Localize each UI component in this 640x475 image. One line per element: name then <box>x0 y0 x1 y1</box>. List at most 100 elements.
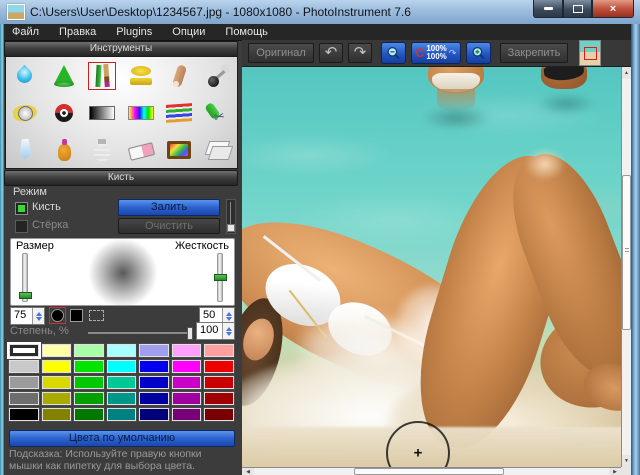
menu-item-options[interactable]: Опции <box>172 24 205 40</box>
palette-swatch[interactable] <box>139 376 169 389</box>
palette-swatch[interactable] <box>42 376 72 389</box>
fill-button[interactable]: Залить <box>118 199 220 216</box>
spin-up-icon[interactable] <box>226 312 232 316</box>
mini-vertical-slider[interactable] <box>226 199 236 234</box>
tv-noise-tool[interactable] <box>161 132 197 167</box>
spin-down-icon[interactable] <box>226 317 232 321</box>
zoom-level-display[interactable]: C 100% 100% ↷ <box>411 42 461 64</box>
palette-swatch[interactable] <box>107 392 137 405</box>
palette-swatch[interactable] <box>107 344 137 357</box>
image-canvas[interactable]: + <box>242 67 621 467</box>
scroll-up-arrow[interactable]: ▲ <box>622 67 631 79</box>
title-bar[interactable]: C:\Users\User\Desktop\1234567.jpg - 1080… <box>0 0 640 25</box>
undo-button[interactable]: ↶ <box>319 43 343 63</box>
palette-swatch[interactable] <box>172 376 202 389</box>
round-brush-shape-button[interactable] <box>49 307 66 324</box>
size-slider-thumb[interactable] <box>19 292 32 299</box>
cream-tube-tool[interactable] <box>7 132 43 167</box>
red-eye-tool[interactable] <box>46 95 82 130</box>
hardness-slider[interactable] <box>217 253 223 302</box>
eraser-tool[interactable] <box>123 132 159 167</box>
horizontal-scrollbar[interactable]: ◀ ▶ <box>242 467 621 475</box>
brush-mode-checkbox[interactable] <box>15 202 28 215</box>
minimize-button[interactable] <box>533 0 563 18</box>
opacity-slider-thumb[interactable] <box>187 327 193 340</box>
menu-item-edit[interactable]: Правка <box>59 24 96 40</box>
palette-swatch[interactable] <box>42 360 72 373</box>
spin-up-icon[interactable] <box>36 312 42 316</box>
original-button[interactable]: Оригинал <box>248 43 314 63</box>
palette-swatch[interactable] <box>139 392 169 405</box>
close-button[interactable]: × <box>592 0 634 18</box>
palette-swatch[interactable] <box>172 392 202 405</box>
palette-swatch[interactable] <box>74 376 104 389</box>
palette-swatch[interactable] <box>107 360 137 373</box>
horizontal-scroll-thumb[interactable] <box>354 468 504 475</box>
scroll-right-arrow[interactable]: ▶ <box>609 468 621 475</box>
menu-item-plugins[interactable]: Plugins <box>116 24 152 40</box>
palette-swatch[interactable] <box>42 344 72 357</box>
liquify-drop-tool[interactable] <box>7 58 43 93</box>
pencil-brush-tool[interactable] <box>84 58 120 93</box>
maximize-button[interactable] <box>563 0 592 18</box>
redo-button[interactable]: ↷ <box>348 43 372 63</box>
opacity-slider[interactable] <box>88 332 191 334</box>
square-brush-shape-button[interactable] <box>70 309 83 322</box>
palette-swatch[interactable] <box>139 344 169 357</box>
menu-item-file[interactable]: Файл <box>12 24 39 40</box>
palette-swatch[interactable] <box>204 344 234 357</box>
smudge-finger-tool[interactable] <box>161 58 197 93</box>
size-spinner[interactable]: 75 <box>10 307 45 325</box>
texture-layers-tool[interactable]: Tex <box>200 132 236 167</box>
rainbow-gradient-tool[interactable] <box>123 95 159 130</box>
clothespin-scissors-tool[interactable]: ✂ <box>200 95 236 130</box>
size-spinner-arrows[interactable] <box>32 308 44 324</box>
clear-button[interactable]: Очистить <box>118 218 220 234</box>
molecule-tool[interactable] <box>200 58 236 93</box>
zoom-out-button[interactable] <box>381 42 406 64</box>
palette-swatch[interactable] <box>204 392 234 405</box>
vertical-scroll-thumb[interactable] <box>622 175 631 330</box>
palette-swatch[interactable] <box>204 360 234 373</box>
palette-swatch[interactable] <box>74 344 104 357</box>
palette-swatch[interactable] <box>107 376 137 389</box>
spin-up-icon[interactable] <box>226 327 232 331</box>
palette-swatch[interactable] <box>9 392 39 405</box>
cone-tool[interactable] <box>46 58 82 93</box>
palette-swatch[interactable] <box>172 344 202 357</box>
pin-button[interactable]: Закрепить <box>500 43 568 63</box>
palette-swatch[interactable] <box>204 408 234 421</box>
palette-swatch[interactable] <box>172 408 202 421</box>
spin-down-icon[interactable] <box>226 332 232 336</box>
scroll-down-arrow[interactable]: ▼ <box>622 455 631 467</box>
default-colors-button[interactable]: Цвета по умолчанию <box>9 430 235 447</box>
palette-swatch[interactable] <box>74 360 104 373</box>
stamp-tool[interactable] <box>123 58 159 93</box>
palette-swatch[interactable] <box>9 376 39 389</box>
grayscale-gradient-tool[interactable] <box>84 95 120 130</box>
hardness-slider-thumb[interactable] <box>214 274 227 281</box>
color-lines-tool[interactable] <box>161 95 197 130</box>
lotion-bottle-tool[interactable] <box>46 132 82 167</box>
vertical-scrollbar[interactable]: ▲ ▼ <box>621 67 631 467</box>
palette-swatch[interactable] <box>139 360 169 373</box>
spin-down-icon[interactable] <box>36 317 42 321</box>
palette-swatch[interactable] <box>42 408 72 421</box>
palette-swatch[interactable] <box>9 344 39 357</box>
size-slider[interactable] <box>22 253 28 302</box>
palette-swatch[interactable] <box>74 408 104 421</box>
mini-slider-thumb[interactable] <box>227 224 235 232</box>
opacity-spinner-arrows[interactable] <box>222 323 234 339</box>
scroll-left-arrow[interactable]: ◀ <box>242 468 254 475</box>
menu-item-help[interactable]: Помощь <box>225 24 268 40</box>
palette-swatch[interactable] <box>42 392 72 405</box>
palette-swatch[interactable] <box>9 408 39 421</box>
palette-swatch[interactable] <box>139 408 169 421</box>
palette-swatch[interactable] <box>107 408 137 421</box>
spiral-lamp-tool[interactable] <box>84 132 120 167</box>
melting-clock-tool[interactable] <box>7 95 43 130</box>
eraser-mode-checkbox[interactable] <box>15 220 28 233</box>
zoom-in-button[interactable] <box>466 42 491 64</box>
palette-swatch[interactable] <box>9 360 39 373</box>
custom-brush-shape-button[interactable] <box>89 310 104 321</box>
